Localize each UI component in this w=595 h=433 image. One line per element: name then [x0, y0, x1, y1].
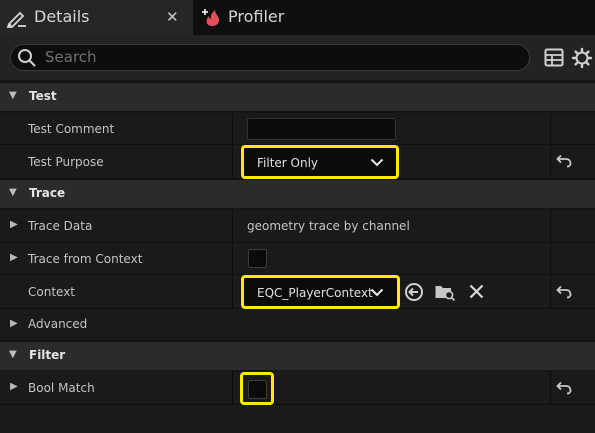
category-filter[interactable]: ▼ Filter — [0, 342, 595, 370]
test-comment-label: Test Comment — [28, 122, 115, 136]
chevron-down-icon — [370, 288, 384, 297]
property-row-trace-data[interactable]: ▶ Trace Data geometry trace by channel — [0, 210, 595, 243]
advanced-label: Advanced — [28, 317, 88, 331]
details-pencil-icon — [6, 11, 26, 28]
category-trace[interactable]: ▼ Trace — [0, 180, 595, 208]
property-row-advanced[interactable]: ▶ Advanced — [0, 309, 595, 341]
trace-from-context-checkbox[interactable] — [248, 249, 267, 268]
search-input[interactable]: Search — [10, 44, 530, 71]
browse-folder-icon[interactable] — [434, 282, 456, 302]
column-divider — [232, 210, 233, 243]
category-test[interactable]: ▼ Test — [0, 83, 595, 111]
tab-profiler[interactable]: Profiler — [193, 0, 313, 35]
property-row-test-comment: Test Comment — [0, 113, 595, 145]
column-divider — [550, 145, 551, 179]
search-icon — [18, 49, 36, 67]
property-row-bool-match[interactable]: ▶ Bool Match — [0, 371, 595, 405]
profiler-icon — [202, 9, 219, 26]
chevron-down-icon: ▼ — [9, 187, 17, 198]
column-divider — [550, 275, 551, 309]
bool-match-highlight — [240, 372, 274, 405]
test-purpose-dropdown[interactable]: Filter Only — [241, 145, 399, 179]
column-divider — [232, 145, 233, 179]
bool-match-label: Bool Match — [28, 381, 95, 395]
chevron-down-icon: ▼ — [9, 349, 17, 360]
clear-icon[interactable] — [468, 283, 485, 300]
test-purpose-label: Test Purpose — [28, 155, 104, 169]
bool-match-checkbox[interactable] — [248, 380, 267, 399]
use-selected-icon[interactable] — [404, 282, 424, 302]
column-divider — [550, 371, 551, 405]
column-divider — [550, 210, 551, 243]
chevron-right-icon[interactable]: ▶ — [10, 252, 18, 263]
reset-to-default-icon[interactable] — [556, 381, 572, 395]
test-purpose-value: Filter Only — [257, 156, 319, 170]
column-divider — [550, 243, 551, 275]
trace-data-value: geometry trace by channel — [247, 219, 410, 233]
test-comment-field[interactable] — [247, 118, 396, 140]
trace-data-label: Trace Data — [28, 219, 93, 233]
context-label: Context — [28, 285, 76, 299]
search-placeholder: Search — [45, 48, 97, 66]
column-divider — [550, 113, 551, 145]
category-trace-label: Trace — [29, 186, 66, 200]
context-dropdown[interactable]: EQC_PlayerContext — [241, 275, 400, 309]
property-row-trace-from-context[interactable]: ▶ Trace from Context — [0, 243, 595, 275]
context-value: EQC_PlayerContext — [257, 286, 373, 300]
chevron-right-icon[interactable]: ▶ — [10, 381, 18, 392]
tab-profiler-label: Profiler — [228, 7, 285, 26]
property-row-test-purpose: Test Purpose Filter Only — [0, 145, 595, 179]
details-panel-empty-area — [0, 405, 595, 433]
table-view-icon[interactable] — [544, 48, 564, 67]
reset-to-default-icon[interactable] — [556, 285, 572, 299]
column-divider — [232, 113, 233, 145]
chevron-right-icon[interactable]: ▶ — [10, 219, 18, 230]
gear-icon[interactable] — [571, 47, 593, 69]
column-divider — [232, 243, 233, 275]
chevron-down-icon — [370, 158, 384, 167]
column-divider — [232, 371, 233, 405]
category-test-label: Test — [29, 89, 57, 103]
tab-details-label: Details — [34, 7, 90, 26]
reset-to-default-icon[interactable] — [556, 154, 572, 168]
trace-from-context-label: Trace from Context — [28, 252, 143, 266]
column-divider — [232, 275, 233, 309]
close-icon[interactable]: ✕ — [166, 8, 179, 26]
chevron-down-icon: ▼ — [9, 90, 17, 101]
category-filter-label: Filter — [29, 348, 66, 362]
chevron-right-icon[interactable]: ▶ — [10, 318, 18, 329]
property-row-context: Context EQC_PlayerContext — [0, 275, 595, 309]
tab-details[interactable]: Details ✕ — [0, 0, 193, 35]
